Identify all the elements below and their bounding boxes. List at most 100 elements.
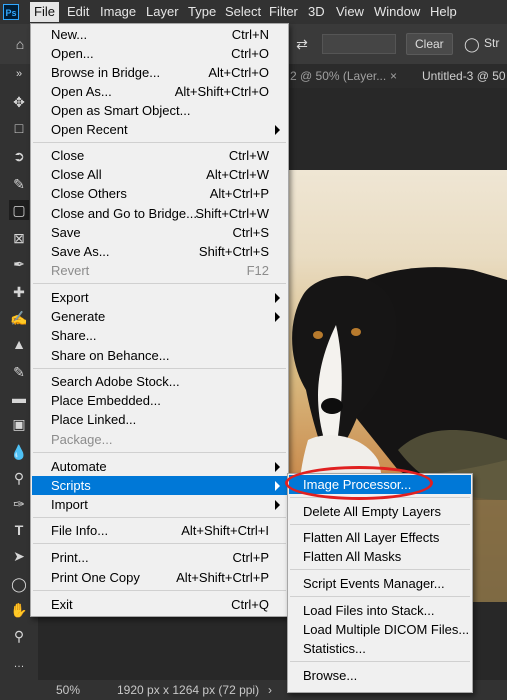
menu-item-open-as[interactable]: Open As... Alt+Shift+Ctrl+O	[32, 82, 287, 101]
menu-item-browse-in-bridge[interactable]: Browse in Bridge... Alt+Ctrl+O	[32, 63, 287, 82]
eraser-tool-icon[interactable]: ▬	[9, 388, 29, 408]
menu-item-script-events-manager[interactable]: Script Events Manager...	[289, 574, 471, 593]
menu-bar: Ps File Edit Image Layer Type Select Fil…	[0, 0, 507, 24]
document-info: 1920 px x 1264 px (72 ppi)	[117, 683, 260, 697]
type-tool-icon[interactable]: T	[9, 520, 29, 540]
menu-item-print[interactable]: Print... Ctrl+P	[32, 548, 287, 567]
home-icon[interactable]: ⌂	[10, 34, 30, 54]
menu-item-flatten-all-layer-effects[interactable]: Flatten All Layer Effects	[289, 528, 471, 547]
menu-item-generate[interactable]: Generate	[32, 307, 287, 326]
menu-item-place-linked[interactable]: Place Linked...	[32, 410, 287, 429]
dodge-tool-icon[interactable]: ⚲	[9, 468, 29, 488]
submenu-arrow-icon	[275, 125, 280, 135]
menu-item-print-one-copy[interactable]: Print One Copy Alt+Shift+Ctrl+P	[32, 568, 287, 587]
menu-separator	[33, 590, 286, 591]
menu-filter[interactable]: Filter	[269, 0, 298, 24]
menu-item-save[interactable]: Save Ctrl+S	[32, 223, 287, 242]
menu-separator	[33, 283, 286, 284]
quick-select-tool-icon[interactable]: ✎	[9, 174, 29, 194]
menu-item-image-processor[interactable]: Image Processor...	[289, 475, 471, 494]
menu-separator	[33, 142, 286, 143]
frame-tool-icon[interactable]: ⊠	[9, 228, 29, 248]
menu-separator	[33, 368, 286, 369]
menu-item-save-as[interactable]: Save As... Shift+Ctrl+S	[32, 242, 287, 261]
menu-edit[interactable]: Edit	[67, 0, 89, 24]
menu-help[interactable]: Help	[430, 0, 457, 24]
menu-separator	[290, 524, 470, 525]
history-brush-icon[interactable]: ✎	[9, 362, 29, 382]
menu-item-search-adobe-stock[interactable]: Search Adobe Stock...	[32, 372, 287, 391]
photoshop-logo: Ps	[3, 4, 19, 20]
move-tool-icon[interactable]: ✥	[9, 92, 29, 112]
status-arrow-icon[interactable]: ›	[268, 680, 272, 700]
menu-select[interactable]: Select	[225, 0, 261, 24]
menu-file[interactable]: File	[30, 2, 59, 22]
stamp-tool-icon[interactable]: ▲	[9, 334, 29, 354]
menu-item-load-files-into-stack[interactable]: Load Files into Stack...	[289, 601, 471, 620]
menu-item-delete-all-empty-layers[interactable]: Delete All Empty Layers	[289, 502, 471, 521]
menu-item-automate[interactable]: Automate	[32, 457, 287, 476]
menu-item-new[interactable]: New... Ctrl+N	[32, 25, 287, 44]
submenu-arrow-icon	[275, 293, 280, 303]
menu-item-scripts[interactable]: Scripts	[32, 476, 287, 495]
menu-item-close-all[interactable]: Close All Alt+Ctrl+W	[32, 165, 287, 184]
zoom-level[interactable]: 50%	[56, 680, 80, 700]
eyedropper-tool-icon[interactable]: ✒	[9, 254, 29, 274]
ellipse-tool-icon[interactable]: ◯	[9, 574, 29, 594]
menu-item-close-others[interactable]: Close Others Alt+Ctrl+P	[32, 184, 287, 203]
gradient-tool-icon[interactable]: ▣	[9, 414, 29, 434]
straighten-button[interactable]: Str	[482, 33, 501, 53]
menu-window[interactable]: Window	[374, 0, 420, 24]
menu-item-close-and-go-to-bridge[interactable]: Close and Go to Bridge... Shift+Ctrl+W	[32, 204, 287, 223]
expand-panel-icon[interactable]: »	[9, 64, 29, 84]
swap-icon[interactable]: ⇄	[292, 34, 312, 54]
menu-3d[interactable]: 3D	[308, 0, 325, 24]
zoom-tool-icon[interactable]: ⚲	[9, 626, 29, 646]
blur-tool-icon[interactable]: 💧	[9, 442, 29, 462]
tab-close-icon[interactable]: ×	[390, 64, 397, 88]
brush-tool-icon[interactable]: ✍	[9, 308, 29, 328]
healing-brush-icon[interactable]: ✚	[9, 282, 29, 302]
marquee-tool-icon[interactable]: □	[9, 118, 29, 138]
clear-button[interactable]: Clear	[406, 33, 453, 55]
menu-item-file-info[interactable]: File Info... Alt+Shift+Ctrl+I	[32, 521, 287, 540]
tab-document-2[interactable]: 2 @ 50% (Layer...	[290, 64, 386, 88]
menu-item-load-multiple-dicom-files[interactable]: Load Multiple DICOM Files...	[289, 620, 471, 639]
menu-separator	[290, 596, 470, 597]
submenu-arrow-icon	[275, 462, 280, 472]
path-select-tool-icon[interactable]: ➤	[9, 546, 29, 566]
more-tools-icon[interactable]: …	[9, 654, 29, 674]
file-menu: New... Ctrl+N Open... Ctrl+O Browse in Bri…	[30, 23, 289, 617]
menu-item-open-recent[interactable]: Open Recent	[32, 120, 287, 139]
menu-item-import[interactable]: Import	[32, 495, 287, 514]
menu-separator	[33, 543, 286, 544]
straighten-icon[interactable]: ◯	[464, 34, 480, 54]
menu-image[interactable]: Image	[100, 0, 136, 24]
menu-separator	[33, 452, 286, 453]
ratio-input[interactable]	[322, 34, 396, 54]
menu-item-export[interactable]: Export	[32, 288, 287, 307]
menu-item-share[interactable]: Share...	[32, 326, 287, 345]
menu-type[interactable]: Type	[188, 0, 216, 24]
menu-item-flatten-all-masks[interactable]: Flatten All Masks	[289, 547, 471, 566]
menu-separator	[290, 497, 470, 498]
hand-tool-icon[interactable]: ✋	[9, 600, 29, 620]
menu-item-share-on-behance[interactable]: Share on Behance...	[32, 346, 287, 365]
menu-separator	[290, 661, 470, 662]
menu-item-statistics[interactable]: Statistics...	[289, 639, 471, 658]
lasso-tool-icon[interactable]: ➲	[9, 146, 29, 166]
menu-item-open[interactable]: Open... Ctrl+O	[32, 44, 287, 63]
submenu-arrow-icon	[275, 312, 280, 322]
menu-item-browse[interactable]: Browse...	[289, 666, 471, 685]
menu-item-exit[interactable]: Exit Ctrl+Q	[32, 595, 287, 614]
tab-untitled-3[interactable]: Untitled-3 @ 50	[422, 64, 506, 88]
menu-item-close[interactable]: Close Ctrl+W	[32, 146, 287, 165]
menu-item-open-as-smart-object[interactable]: Open as Smart Object...	[32, 101, 287, 120]
submenu-arrow-icon	[275, 500, 280, 510]
crop-tool-icon[interactable]: ▢	[9, 200, 29, 220]
menu-item-place-embedded[interactable]: Place Embedded...	[32, 391, 287, 410]
menu-view[interactable]: View	[336, 0, 364, 24]
menu-item-package: Package...	[51, 432, 113, 447]
pen-tool-icon[interactable]: ✑	[9, 494, 29, 514]
menu-layer[interactable]: Layer	[146, 0, 179, 24]
